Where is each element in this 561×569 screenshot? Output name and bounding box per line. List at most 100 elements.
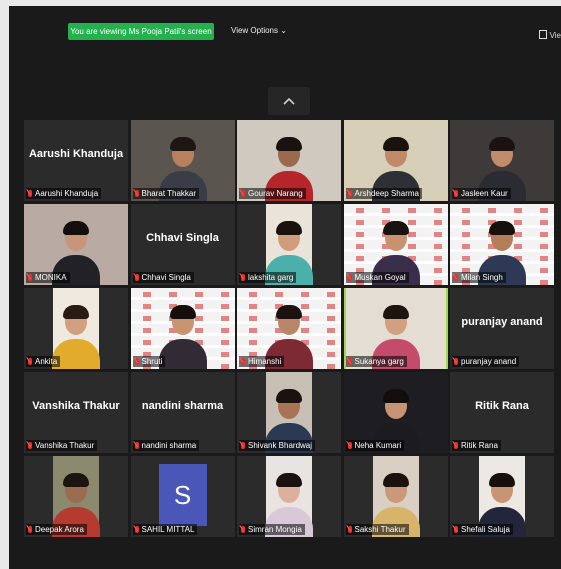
muted-mic-icon xyxy=(134,442,139,449)
participant-tile[interactable]: Chhavi Singla Chhavi Singla xyxy=(130,204,235,285)
top-bar: You are viewing Ms Pooja Patil's screen … xyxy=(9,6,561,46)
participant-name-label: Gourav Narang xyxy=(239,188,306,199)
participant-name-label: Muskan Goyal xyxy=(345,272,409,283)
participant-tile[interactable]: Aarushi Khanduja Aarushi Khanduja xyxy=(24,120,128,201)
participant-tile[interactable]: Neha Kumari xyxy=(343,372,448,453)
participant-display-name: nandini sharma xyxy=(141,400,224,412)
participant-display-name: Ritik Rana xyxy=(475,400,529,412)
participant-name-label: Chhavi Singla xyxy=(132,272,194,283)
participant-tile[interactable]: Sakshi Thakur xyxy=(343,456,448,537)
participant-name: Deepak Arora xyxy=(35,525,84,534)
participant-tile[interactable]: Shruti xyxy=(130,288,235,369)
participant-name-label: Deepak Arora xyxy=(26,524,87,535)
participant-name-label: SAHIL MITTAL xyxy=(132,524,198,535)
collapse-thumbnails-button[interactable] xyxy=(268,87,310,115)
muted-mic-icon xyxy=(347,442,352,449)
participant-name-label: Sukanya garg xyxy=(345,356,407,367)
participant-name: Arshdeep Sharma xyxy=(354,189,419,198)
muted-mic-icon xyxy=(28,526,32,533)
participant-tile[interactable]: puranjay anand puranjay anand xyxy=(450,288,554,369)
participant-display-name: puranjay anand xyxy=(461,316,543,328)
gallery-view-icon xyxy=(538,30,547,39)
screen-share-banner: You are viewing Ms Pooja Patil's screen xyxy=(68,23,214,40)
chevron-up-icon xyxy=(283,97,295,105)
participant-name: Chhavi Singla xyxy=(141,273,191,282)
muted-mic-icon xyxy=(28,190,32,197)
participant-tile[interactable]: Sukanya garg xyxy=(343,288,448,369)
participant-tile[interactable]: Gourav Narang xyxy=(237,120,341,201)
participant-name: Himanshi xyxy=(248,357,282,366)
participant-name: Shefali Saluja xyxy=(461,525,510,534)
participant-tile[interactable]: Himanshi xyxy=(237,288,341,369)
view-options-label: View Options xyxy=(231,26,278,35)
participant-tile[interactable]: Muskan Goyal xyxy=(343,204,448,285)
participant-name: Sukanya garg xyxy=(354,357,404,366)
participant-tile[interactable]: Bharat Thakkar xyxy=(130,120,235,201)
participant-name: Aarushi Khanduja xyxy=(35,189,99,198)
participant-name: lakshita garg xyxy=(248,273,294,282)
participant-display-name: Chhavi Singla xyxy=(146,232,219,244)
participant-tile[interactable]: Jasleen Kaur xyxy=(450,120,554,201)
muted-mic-icon xyxy=(241,274,245,281)
muted-mic-icon xyxy=(347,358,352,365)
participant-tile[interactable]: Deepak Arora xyxy=(24,456,128,537)
participant-name-label: Neha Kumari xyxy=(345,440,405,451)
participant-name-label: Himanshi xyxy=(239,356,285,367)
participant-tile[interactable]: Ritik Rana Ritik Rana xyxy=(450,372,554,453)
view-options-button[interactable]: View Options ⌄ xyxy=(225,22,293,40)
muted-mic-icon xyxy=(28,358,32,365)
participant-name-label: lakshita garg xyxy=(239,272,297,283)
participant-tile[interactable]: lakshita garg xyxy=(237,204,341,285)
participant-display-name: Vanshika Thakur xyxy=(32,400,120,412)
participant-name-label: Aarushi Khanduja xyxy=(26,188,102,199)
participant-name: Sakshi Thakur xyxy=(354,525,406,534)
muted-mic-icon xyxy=(134,190,139,197)
participant-display-name: Aarushi Khanduja xyxy=(28,148,124,160)
participant-tile[interactable]: Ankita xyxy=(24,288,128,369)
muted-mic-icon xyxy=(241,190,245,197)
muted-mic-icon xyxy=(454,442,458,449)
participant-tile[interactable]: Simran Mongia xyxy=(237,456,341,537)
muted-mic-icon xyxy=(454,526,458,533)
muted-mic-icon xyxy=(134,526,139,533)
participant-gallery: Aarushi Khanduja Aarushi Khanduja Bharat T… xyxy=(24,120,554,540)
participant-name-label: Shruti xyxy=(132,356,166,367)
participant-name: Ankita xyxy=(35,357,58,366)
muted-mic-icon xyxy=(28,442,32,449)
participant-tile[interactable]: Shivank Bhardwaj xyxy=(237,372,341,453)
muted-mic-icon xyxy=(347,526,352,533)
participant-name: Bharat Thakkar xyxy=(141,189,197,198)
muted-mic-icon xyxy=(347,190,352,197)
participant-tile[interactable]: MONIKA xyxy=(24,204,128,285)
muted-mic-icon xyxy=(347,274,352,281)
participant-avatar: S xyxy=(158,464,207,526)
muted-mic-icon xyxy=(454,274,458,281)
participant-name: Gourav Narang xyxy=(248,189,303,198)
participant-name: nandini sharma xyxy=(141,441,197,450)
participant-name: Neha Kumari xyxy=(354,441,402,450)
muted-mic-icon xyxy=(241,526,245,533)
muted-mic-icon xyxy=(454,358,458,365)
participant-tile[interactable]: Arshdeep Sharma xyxy=(343,120,448,201)
participant-name-label: Vanshika Thakur xyxy=(26,440,98,451)
view-layout-button[interactable]: Vie xyxy=(538,30,561,40)
participant-tile[interactable]: S SAHIL MITTAL xyxy=(130,456,235,537)
muted-mic-icon xyxy=(241,358,245,365)
participant-name-label: Sakshi Thakur xyxy=(345,524,409,535)
participant-name: Ritik Rana xyxy=(461,441,498,450)
participant-tile[interactable]: Milan Singh xyxy=(450,204,554,285)
participant-name-label: puranjay anand xyxy=(452,356,520,367)
muted-mic-icon xyxy=(454,190,458,197)
participant-name-label: nandini sharma xyxy=(132,440,200,451)
muted-mic-icon xyxy=(134,358,139,365)
participant-name-label: Shivank Bhardwaj xyxy=(239,440,316,451)
participant-name: SAHIL MITTAL xyxy=(141,525,195,534)
participant-name-label: Shefali Saluja xyxy=(452,524,513,535)
participant-name: Muskan Goyal xyxy=(354,273,406,282)
participant-tile[interactable]: Shefali Saluja xyxy=(450,456,554,537)
participant-tile[interactable]: nandini sharma nandini sharma xyxy=(130,372,235,453)
participant-name: Jasleen Kaur xyxy=(461,189,508,198)
participant-name: Vanshika Thakur xyxy=(35,441,95,450)
participant-tile[interactable]: Vanshika Thakur Vanshika Thakur xyxy=(24,372,128,453)
participant-name: Shruti xyxy=(141,357,163,366)
